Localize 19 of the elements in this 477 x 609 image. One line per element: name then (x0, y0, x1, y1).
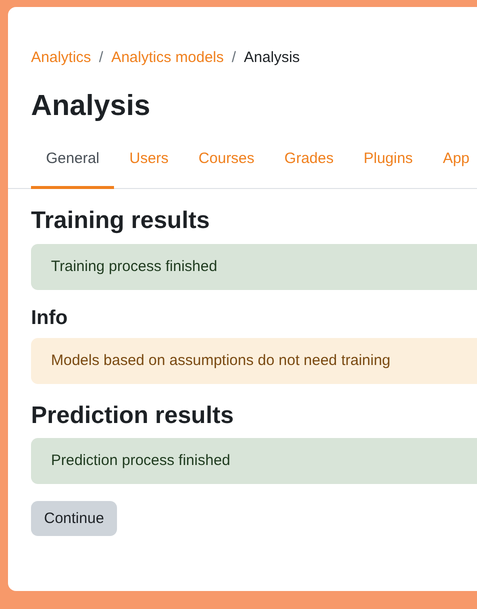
section-heading: Training results (31, 206, 211, 236)
breadcrumb-link[interactable]: Analytics models (111, 48, 224, 66)
tab[interactable]: Users (114, 140, 184, 189)
continue-button[interactable]: Continue (31, 501, 118, 536)
tab[interactable]: Grades (269, 140, 349, 189)
section-heading: Prediction results (31, 402, 235, 430)
success-notice: Training process finished (31, 244, 477, 290)
tab[interactable]: General (31, 140, 114, 189)
breadcrumb-separator: / (232, 48, 236, 66)
tab[interactable]: App (428, 140, 477, 189)
page-title: Analysis (31, 89, 152, 124)
breadcrumb-link[interactable]: Analytics (31, 48, 92, 66)
section-heading: Info (31, 306, 69, 330)
tab[interactable]: Courses (184, 140, 270, 189)
breadcrumb-separator: / (99, 48, 104, 66)
success-notice: Prediction process finished (31, 438, 477, 484)
warning-notice: Models based on assumptions do not need training (31, 338, 477, 384)
tab[interactable]: Plugins (348, 140, 428, 189)
breadcrumb-current: Analysis (244, 48, 300, 66)
